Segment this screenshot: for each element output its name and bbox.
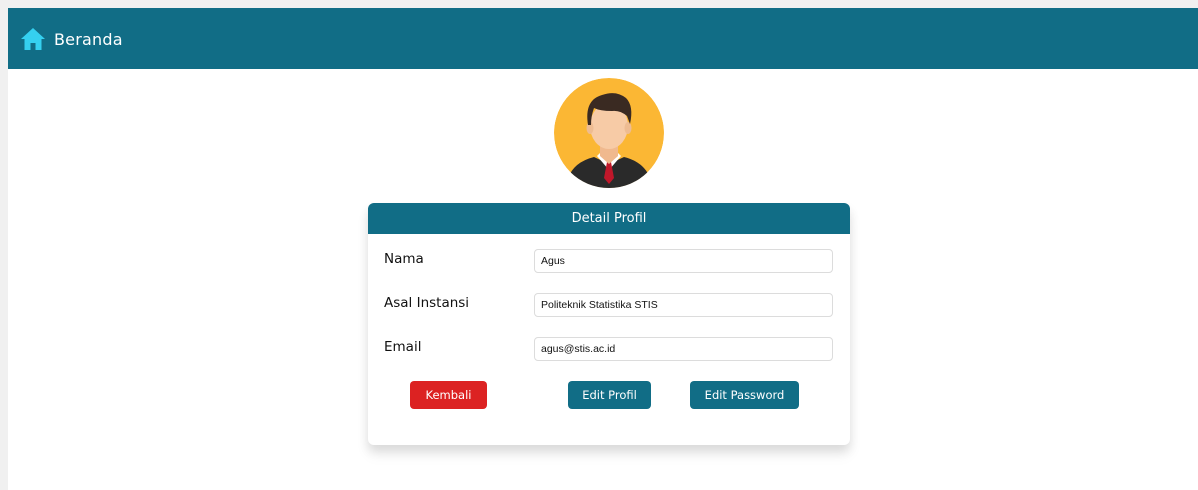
- email-row: Email: [384, 337, 834, 363]
- institution-row: Asal Instansi: [384, 293, 834, 319]
- top-navbar: Beranda: [8, 8, 1198, 69]
- name-label: Nama: [384, 251, 424, 267]
- house-icon: [21, 28, 45, 50]
- edit-profile-button[interactable]: Edit Profil: [568, 381, 651, 409]
- email-field[interactable]: [534, 337, 833, 361]
- email-label: Email: [384, 339, 422, 355]
- home-link[interactable]: Beranda: [20, 26, 123, 52]
- home-label: Beranda: [54, 29, 123, 49]
- back-button[interactable]: Kembali: [410, 381, 487, 409]
- institution-field[interactable]: [534, 293, 833, 317]
- institution-label: Asal Instansi: [384, 295, 470, 311]
- card-title: Detail Profil: [571, 211, 647, 226]
- card-header: Detail Profil: [368, 203, 850, 234]
- name-row: Nama: [384, 249, 834, 275]
- user-avatar: [554, 78, 664, 188]
- profile-page: Beranda Detail Profil Nama Agus Asal Ins…: [8, 8, 1198, 490]
- name-field[interactable]: [534, 249, 833, 273]
- edit-password-button[interactable]: Edit Password: [690, 381, 799, 409]
